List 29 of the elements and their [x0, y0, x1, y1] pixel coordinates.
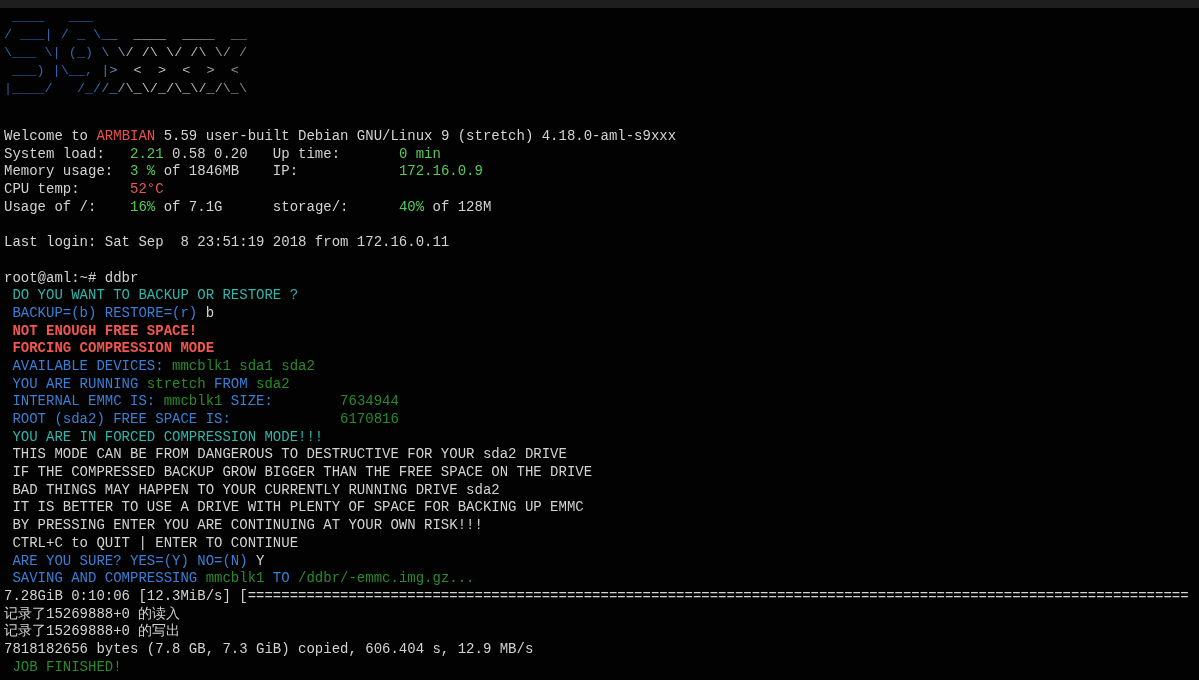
terminal-line: THIS MODE CAN BE FROM DANGEROUS TO DESTRUCTIVE FOR YOUR sda2 DRIVE	[11, 446, 567, 465]
terminal-line: BACKUP=(b) RESTORE=(r) b	[11, 304, 215, 323]
terminal-line: YOU ARE RUNNING stretch FROM sda2	[11, 375, 290, 394]
terminal-line: Usage of /: 16% of 7.1G storage/: 40% of 128M	[4, 198, 492, 217]
terminal-line: JOB FINISHED!	[11, 658, 122, 677]
terminal-line: root@aml:~# ddbr	[4, 269, 139, 288]
terminal-line: 7818182656 bytes (7.8 GB, 7.3 GiB) copied, 606.404 s, 12.9 MB/s	[4, 640, 534, 659]
terminal-line: Memory usage: 3 % of 1846MB IP: 172.16.0.9	[4, 163, 483, 182]
terminal-line: 7.28GiB 0:10:06 [12.3MiB/s] [================================================================================================================	[4, 587, 1189, 606]
terminal-line: 记录了15269888+0 的写出	[4, 623, 181, 641]
terminal-line: Last login: Sat Sep 8 23:51:19 2018 from 172.16.0.11	[4, 234, 450, 252]
terminal-line: BY PRESSING ENTER YOU ARE CONTINUING AT YOUR OWN RISK!!!	[11, 517, 483, 535]
terminal-line: ARE YOU SURE? YES=(Y) NO=(N) Y	[11, 552, 265, 571]
terminal-line: SAVING AND COMPRESSING mmcblk1 TO /ddbr/-emmc.img.gz...	[11, 570, 475, 588]
terminal-line: Welcome to ARMBIAN 5.59 user-built Debian GNU/Linux 9 (stretch) 4.18.0-aml-s9xxx	[4, 128, 677, 146]
terminal-line: DO YOU WANT TO BACKUP OR RESTORE ?	[11, 287, 299, 305]
terminal-line: INTERNAL EMMC IS: mmcblk1 SIZE: 7634944	[11, 393, 399, 411]
terminal-line: NOT ENOUGH FREE SPACE!	[11, 322, 198, 341]
terminal-line: 记录了15269888+0 的读入	[4, 605, 181, 623]
terminal-line: CPU temp: 52°C	[4, 181, 164, 199]
terminal-line: ROOT (sda2) FREE SPACE IS: 6170816	[11, 411, 399, 429]
terminal-line: CTRL+C to QUIT | ENTER TO CONTINUE	[11, 534, 299, 553]
terminal-line: AVAILABLE DEVICES: mmcblk1 sda1 sda2	[11, 357, 315, 376]
terminal-line: IF THE COMPRESSED BACKUP GROW BIGGER THAN THE FREE SPACE ON THE DRIVE	[11, 464, 593, 482]
terminal-line: IT IS BETTER TO USE A DRIVE WITH PLENTY OF SPACE FOR BACKING UP EMMC	[11, 499, 584, 518]
terminal-line: BAD THINGS MAY HAPPEN TO YOUR CURRENTLY RUNNING DRIVE sda2	[11, 481, 500, 500]
terminal-line: FORCING COMPRESSION MODE	[11, 340, 215, 358]
terminal-line: System load: 2.21 0.58 0.20 Up time: 0 min	[4, 145, 441, 164]
terminal-line: YOU ARE IN FORCED COMPRESSION MODE!!!	[11, 428, 324, 447]
